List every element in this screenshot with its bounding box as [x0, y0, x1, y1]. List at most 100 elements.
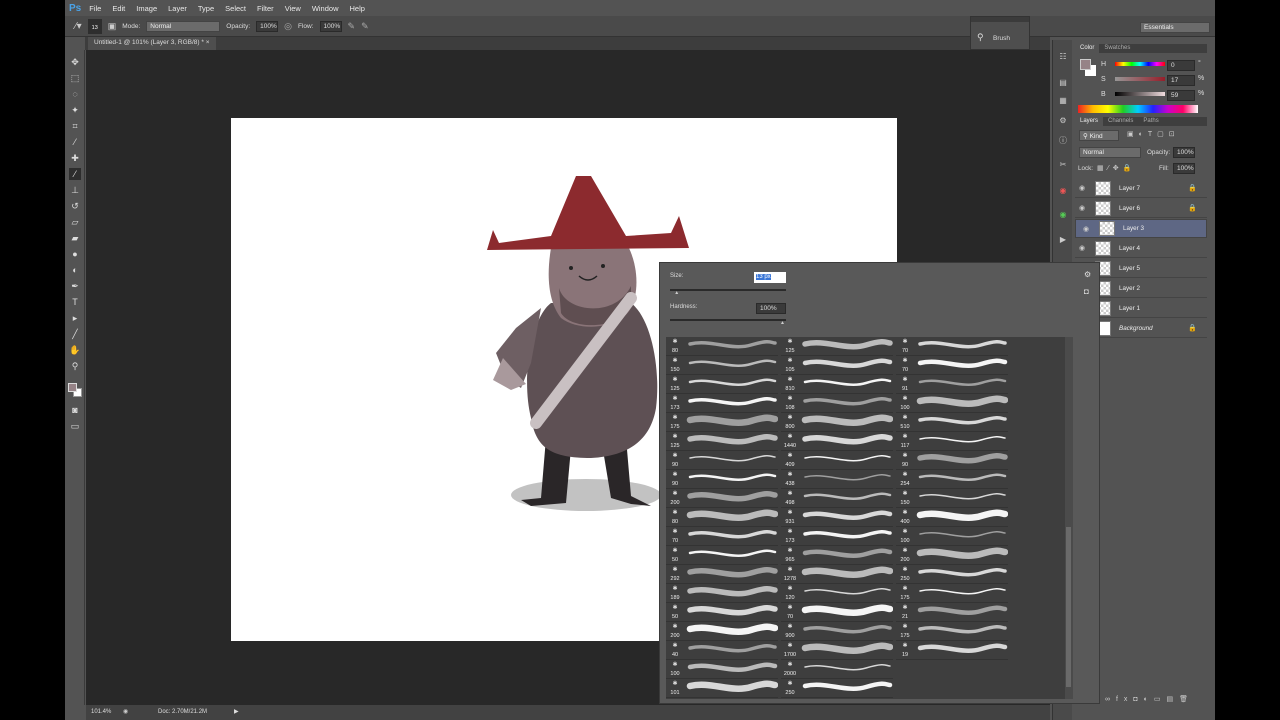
brush-preset[interactable]: ✱ 101	[666, 679, 778, 698]
line-tool-icon[interactable]: ╱	[69, 328, 81, 340]
menu-edit[interactable]: Edit	[112, 4, 125, 13]
brush-preset[interactable]: ✱ 965	[781, 546, 893, 565]
layer-row[interactable]: ◉ Layer 6 🔒	[1075, 199, 1207, 218]
quick-select-tool-icon[interactable]: ✦	[69, 104, 81, 116]
foreground-color-swatch[interactable]	[68, 383, 77, 392]
brush-preset[interactable]: ✱ 1440	[781, 432, 893, 451]
brush-tool-icon[interactable]: ⁄▾	[75, 21, 82, 32]
layer-opacity-input[interactable]: 100%	[1173, 147, 1195, 158]
tools-presets-icon[interactable]: ✂	[1058, 160, 1068, 170]
brush-preset[interactable]: ✱ 90	[666, 470, 778, 489]
blur-tool-icon[interactable]: ●	[69, 248, 81, 260]
gradient-tool-icon[interactable]: ▰	[69, 232, 81, 244]
layer-filter-icons[interactable]: ▣◐T▢⊡	[1127, 130, 1180, 138]
brush-preset[interactable]: ✱ 931	[781, 508, 893, 527]
settings-gear-icon[interactable]: ⚙	[1084, 270, 1091, 279]
brush-preset[interactable]: ✱ 150	[666, 356, 778, 375]
brush-preset[interactable]: ✱ 80	[666, 337, 778, 356]
new-preset-icon[interactable]: ◘	[1084, 287, 1089, 296]
crop-tool-icon[interactable]: ⌗	[69, 120, 81, 132]
brush-preset[interactable]: ✱ 175	[896, 622, 1008, 641]
brush-list-scrollbar[interactable]	[1065, 337, 1073, 699]
eyedropper-tool-icon[interactable]: ⁄	[69, 136, 81, 148]
menu-image[interactable]: Image	[136, 4, 157, 13]
layer-name[interactable]: Layer 3	[1123, 225, 1144, 232]
brush-preset[interactable]: ✱ 438	[781, 470, 893, 489]
blend-mode-select[interactable]: Normal	[1079, 147, 1141, 158]
layer-name[interactable]: Layer 4	[1119, 245, 1140, 252]
dodge-tool-icon[interactable]: ◐	[69, 264, 81, 276]
scrollbar-thumb[interactable]	[1066, 527, 1071, 687]
brush-preset[interactable]: ✱ 810	[781, 375, 893, 394]
zoom-tool-icon[interactable]: ⚲	[69, 360, 81, 372]
visibility-eye-icon[interactable]: ◉	[1075, 184, 1089, 192]
color-wheel-icon[interactable]: ◉	[1058, 186, 1068, 196]
brush-preset[interactable]: ✱ 200	[666, 622, 778, 641]
visibility-eye-icon[interactable]: ◉	[1075, 204, 1089, 212]
brush-preset[interactable]: ✱ 19	[896, 641, 1008, 660]
brush-preset[interactable]: ✱ 21	[896, 603, 1008, 622]
layer-name[interactable]: Layer 7	[1119, 185, 1140, 192]
path-select-tool-icon[interactable]: ▸	[69, 312, 81, 324]
history-brush-tool-icon[interactable]: ↺	[69, 200, 81, 212]
adjustments-icon[interactable]: ⚙	[1058, 116, 1068, 126]
layer-name[interactable]: Layer 2	[1119, 285, 1140, 292]
brush-preset[interactable]: ✱ 90	[896, 451, 1008, 470]
flow-input[interactable]: 100%	[319, 20, 342, 32]
brush-preset[interactable]: ✱ 189	[666, 584, 778, 603]
status-menu-arrow-icon[interactable]: ▶	[234, 708, 239, 715]
brush-preset[interactable]: ✱ 250	[896, 565, 1008, 584]
info-icon[interactable]: ⓘ	[1058, 136, 1068, 146]
menu-window[interactable]: Window	[312, 4, 339, 13]
brush-panel-collapsed[interactable]: ⚲ Brush	[970, 16, 1030, 50]
tab-channels[interactable]: Channels	[1103, 117, 1138, 126]
move-tool-icon[interactable]: ✥	[69, 56, 81, 68]
brush-preset[interactable]: ✱ 254	[896, 470, 1008, 489]
color-ramp[interactable]	[1078, 105, 1198, 113]
lock-icons[interactable]: ▦⁄✥🔒	[1097, 164, 1135, 172]
actions-icon[interactable]: ▤	[1058, 78, 1068, 88]
brush-preset[interactable]: ✱ 70	[666, 527, 778, 546]
brush-preset[interactable]: ✱ 1278	[781, 565, 893, 584]
size-slider[interactable]: ▲	[670, 289, 786, 296]
menu-select[interactable]: Select	[225, 4, 246, 13]
brush-preset[interactable]: ✱ 175	[896, 584, 1008, 603]
marquee-tool-icon[interactable]: ⬚	[69, 72, 81, 84]
brush-preset[interactable]: ✱ 125	[666, 375, 778, 394]
layer-footer-icons[interactable]: ∞fx◘◐▭▤🗑	[1105, 695, 1194, 703]
layer-name[interactable]: Layer 5	[1119, 265, 1140, 272]
brush-preset[interactable]: ✱ 250	[781, 679, 893, 698]
brush-preset[interactable]: ✱ 50	[666, 546, 778, 565]
brush-preset[interactable]: ✱ 100	[666, 660, 778, 679]
eraser-tool-icon[interactable]: ▱	[69, 216, 81, 228]
brush-panel-toggle-icon[interactable]: ▣	[108, 21, 117, 32]
layer-filter-select[interactable]: ⚲ Kind	[1079, 130, 1119, 141]
pen-tool-icon[interactable]: ✒	[69, 280, 81, 292]
s-slider[interactable]	[1115, 77, 1165, 81]
quick-mask-icon[interactable]: ◙	[69, 404, 81, 416]
history-icon[interactable]: ☷	[1058, 52, 1068, 62]
menu-layer[interactable]: Layer	[168, 4, 187, 13]
tab-paths[interactable]: Paths	[1138, 117, 1163, 126]
brush-preset[interactable]: ✱ 100	[896, 394, 1008, 413]
brush-preset[interactable]: ✱ 173	[666, 394, 778, 413]
brush-preset[interactable]: ✱ 120	[781, 584, 893, 603]
b-input[interactable]: 59	[1167, 90, 1195, 101]
brush-preset[interactable]: ✱ 70	[896, 337, 1008, 356]
pressure-opacity-icon[interactable]: ◎	[284, 21, 292, 32]
h-slider[interactable]	[1115, 62, 1165, 66]
brush-preset[interactable]: ✱ 90	[666, 451, 778, 470]
hand-tool-icon[interactable]: ✋	[69, 344, 81, 356]
visibility-eye-icon[interactable]: ◉	[1079, 225, 1093, 233]
hardness-input[interactable]: 100%	[756, 303, 786, 314]
h-input[interactable]: 0	[1167, 60, 1195, 71]
layer-name[interactable]: Layer 6	[1119, 205, 1140, 212]
opacity-input[interactable]: 100%	[256, 20, 279, 32]
brush-preset[interactable]: ✱ 510	[896, 413, 1008, 432]
brush-preset[interactable]: ✱ 200	[896, 546, 1008, 565]
brush-preset-picker[interactable]: 13	[87, 18, 102, 34]
brush-preset[interactable]: ✱ 91	[896, 375, 1008, 394]
healing-tool-icon[interactable]: ✚	[69, 152, 81, 164]
airbrush-icon[interactable]: ✎	[348, 21, 356, 32]
brush-preset[interactable]: ✱ 50	[666, 603, 778, 622]
